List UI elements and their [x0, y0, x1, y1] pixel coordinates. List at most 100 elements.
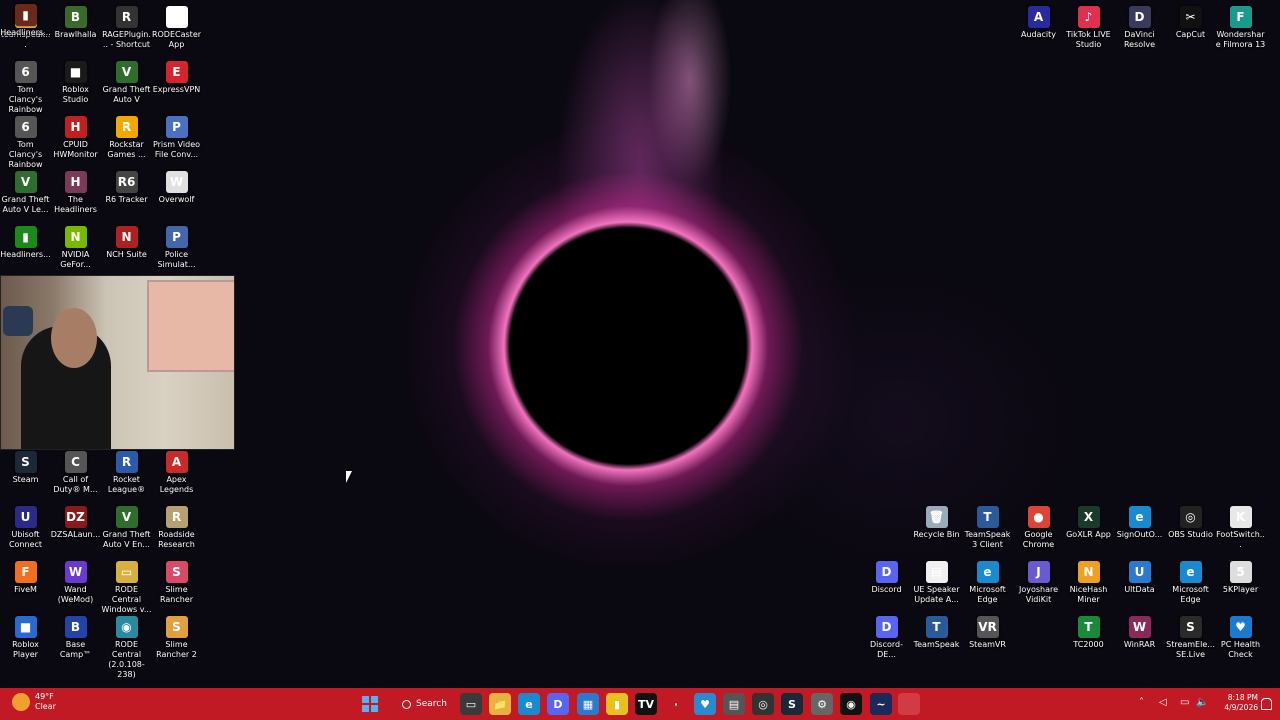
desktop-shortcut[interactable]: S Steam [0, 447, 51, 485]
vpn-icon[interactable]: ~ [870, 693, 892, 715]
desktop-shortcut[interactable]: F FiveM [0, 557, 51, 595]
desktop-shortcut[interactable]: P Police Simulat... [151, 222, 202, 270]
5kplayer-icon: 5 [1229, 561, 1252, 583]
desktop-shortcut[interactable]: N NiceHash Miner [1063, 557, 1114, 605]
health-icon[interactable]: ♥ [694, 693, 716, 715]
rodecaster-icon[interactable]: ◉ [840, 693, 862, 715]
desktop-shortcut[interactable]: ■ Roblox Studio [50, 57, 101, 105]
desktop-shortcut[interactable]: ✂ CapCut [1165, 2, 1216, 40]
calculator-icon[interactable]: ▤ [723, 693, 745, 715]
desktop-shortcut[interactable]: S Slime Rancher 2 [151, 612, 202, 660]
desktop-shortcut[interactable]: W WinRAR [1114, 612, 1165, 650]
davinci-icon: D [1128, 6, 1151, 28]
obs-icon[interactable]: ◎ [752, 693, 774, 715]
desktop-shortcut[interactable]: ◉ RODECaster App [151, 2, 202, 50]
desktop-shortcut[interactable]: 🗑 Recycle Bin [911, 502, 962, 540]
network-icon[interactable]: ▭ [1180, 697, 1189, 708]
active-app-icon[interactable] [898, 693, 920, 715]
desktop-shortcut[interactable]: T TC2000 [1063, 612, 1114, 650]
desktop-shortcut[interactable]: A Audacity [1013, 2, 1064, 40]
rockstar-icon: R [115, 116, 138, 138]
desktop-shortcut[interactable]: N NCH Suite [101, 222, 152, 260]
desktop-shortcut[interactable]: ▮ Headliners... [0, 222, 51, 260]
desktop-shortcut[interactable]: W Wand (WeMod) [50, 557, 101, 605]
desktop-shortcut[interactable]: V Grand Theft Auto V Le... [0, 167, 51, 215]
shortcut-label: SignOutO... [1116, 530, 1163, 539]
desktop-shortcut[interactable]: H The Headliners [50, 167, 101, 215]
desktop-shortcut[interactable]: U UltData [1114, 557, 1165, 595]
discord-icon[interactable]: D [547, 693, 569, 715]
desktop-shortcut[interactable]: ▮ Headliners... [0, 0, 51, 38]
show-hidden-icons-chevron-icon[interactable]: ˄ [1139, 697, 1144, 708]
weather-widget[interactable]: 49°F Clear [12, 692, 56, 712]
desktop-shortcut[interactable]: J Joyoshare VidiKit [1013, 557, 1064, 605]
microphone [3, 306, 33, 336]
start-button[interactable] [359, 693, 381, 715]
desktop-shortcut[interactable]: DZ DZSALaun... [50, 502, 101, 540]
volume-icon[interactable]: 🔈 [1196, 697, 1208, 708]
desktop-shortcut[interactable]: F Wondershare Filmora 13 [1215, 2, 1266, 50]
desktop-shortcut[interactable]: H CPUID HWMonitor [50, 112, 101, 160]
desktop-shortcut[interactable]: B Brawlhalla [50, 2, 101, 40]
desktop-shortcut[interactable]: R Rocket League® [101, 447, 152, 495]
desktop-shortcut[interactable]: ● Google Chrome [1013, 502, 1064, 550]
desktop-shortcut[interactable]: R Rockstar Games ... [101, 112, 152, 160]
shortcut-label: Grand Theft Auto V [102, 85, 151, 104]
desktop-shortcut[interactable]: e Microsoft Edge [1165, 557, 1216, 605]
tradingview-icon[interactable]: TV [635, 693, 657, 715]
search-button[interactable]: Search [392, 694, 452, 714]
desktop-shortcut[interactable]: V Grand Theft Auto V En... [101, 502, 152, 550]
desktop-shortcut[interactable]: T TeamSpeak 3 Client [962, 502, 1013, 550]
webcam-overlay [0, 275, 235, 450]
desktop-shortcut[interactable]: K FootSwitch... [1215, 502, 1266, 550]
system-clock[interactable]: 8:18 PM 4/9/2026 [1224, 693, 1258, 713]
shortcut-label: Prism Video File Conv... [152, 140, 201, 159]
shortcut-label: Microsoft Edge [1172, 585, 1209, 604]
settings-icon[interactable]: ⚙ [811, 693, 833, 715]
desktop-shortcut[interactable]: VR SteamVR [962, 612, 1013, 650]
desktop-shortcut[interactable]: e Microsoft Edge [962, 557, 1013, 605]
desktop-shortcut[interactable]: ♪ TikTok LIVE Studio [1063, 2, 1114, 50]
desktop-shortcut[interactable]: X GoXLR App [1063, 502, 1114, 540]
desktop-shortcut[interactable]: D Discord [861, 557, 912, 595]
file-explorer-icon[interactable]: 📁 [489, 693, 511, 715]
desktop-shortcut[interactable]: R6 R6 Tracker [101, 167, 152, 205]
desktop-shortcut[interactable]: ■ Roblox Player [0, 612, 51, 660]
desktop-shortcut[interactable]: N NVIDIA GeFor... [50, 222, 101, 270]
desktop-shortcut[interactable]: ▤ UE Speaker Update A... [911, 557, 962, 605]
desktop-shortcut[interactable]: A Apex Legends [151, 447, 202, 495]
desktop-shortcut[interactable]: W Overwolf [151, 167, 202, 205]
shortcut-label: TikTok LIVE Studio [1066, 30, 1111, 49]
steam-icon[interactable]: S [781, 693, 803, 715]
desktop-shortcut[interactable]: P Prism Video File Conv... [151, 112, 202, 160]
sticky-notes-icon[interactable]: ▮ [606, 693, 628, 715]
gta-v-icon: V [14, 171, 37, 193]
shortcut-label: Police Simulat... [157, 250, 196, 269]
desktop-shortcut[interactable]: U Ubisoft Connect [0, 502, 51, 550]
rageplugin-icon: R [115, 6, 138, 28]
photos-icon[interactable]: ▦ [577, 693, 599, 715]
edge-icon[interactable]: e [518, 693, 540, 715]
desktop-shortcut[interactable]: D DaVinci Resolve [1114, 2, 1165, 50]
desktop-shortcut[interactable]: T TeamSpeak [911, 612, 962, 650]
desktop-shortcut[interactable]: B Base Camp™ [50, 612, 101, 660]
desktop-shortcut[interactable]: E ExpressVPN [151, 57, 202, 95]
desktop-shortcut[interactable]: 5 5KPlayer [1215, 557, 1266, 595]
blank-icon[interactable]: · [665, 693, 687, 715]
desktop-shortcut[interactable]: e SignOutO... [1114, 502, 1165, 540]
desktop-shortcut[interactable]: V Grand Theft Auto V [101, 57, 152, 105]
desktop-shortcut[interactable]: ▭ RODE Central Windows v... [101, 557, 152, 615]
desktop-shortcut[interactable]: R RAGEPlugin... - Shortcut [101, 2, 152, 50]
task-view-icon[interactable]: ▭ [460, 693, 482, 715]
desktop-shortcut[interactable]: C Call of Duty® M... [50, 447, 101, 495]
desktop-shortcut[interactable]: R Roadside Research [151, 502, 202, 550]
desktop-shortcut[interactable]: S Slime Rancher [151, 557, 202, 605]
notification-bell-icon[interactable] [1261, 698, 1272, 710]
winrar-icon: W [1128, 616, 1151, 638]
desktop-shortcut[interactable]: ◎ OBS Studio [1165, 502, 1216, 540]
desktop-shortcut[interactable]: ♥ PC Health Check [1215, 612, 1266, 660]
desktop-shortcut[interactable]: ◉ RODE Central (2.0.108-238) [101, 612, 152, 680]
desktop-shortcut[interactable]: S StreamEle... SE.Live [1165, 612, 1216, 660]
location-icon[interactable]: ◁ [1159, 697, 1167, 708]
desktop-shortcut[interactable]: D Discord-DE... [861, 612, 912, 660]
